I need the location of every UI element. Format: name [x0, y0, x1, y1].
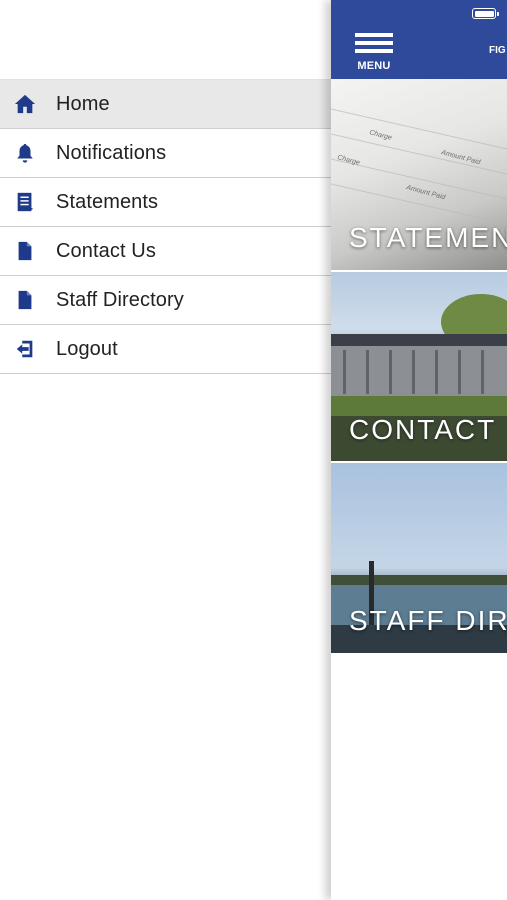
- document-icon: [13, 239, 37, 263]
- app-title: FIG: [489, 45, 506, 56]
- svg-text:Charge: Charge: [368, 129, 392, 142]
- statement-icon: [13, 190, 37, 214]
- drawer-item-label: Contact Us: [56, 239, 156, 262]
- tile-staff-directory-label: STAFF DIR: [349, 605, 507, 636]
- drawer-item-notifications[interactable]: Notifications: [0, 129, 331, 178]
- document-icon: [13, 288, 37, 312]
- drawer-item-logout[interactable]: Logout: [0, 325, 331, 374]
- app-header: MENU FIG: [331, 0, 507, 79]
- tile-contact-label: CONTACT: [349, 414, 497, 445]
- drawer-item-contact-us[interactable]: Contact Us: [0, 227, 331, 276]
- drawer-item-label: Logout: [56, 337, 118, 360]
- svg-text:Amount Paid: Amount Paid: [405, 184, 448, 202]
- tile-staff-directory[interactable]: STAFF DIR: [331, 463, 507, 653]
- battery-icon: [472, 8, 499, 19]
- drawer-menu: Home Notifications Statements Contact Us…: [0, 79, 331, 374]
- drawer-item-label: Home: [56, 92, 110, 115]
- tile-statements-label: STATEMEN: [349, 222, 507, 253]
- home-icon: [13, 92, 37, 116]
- drawer-item-label: Statements: [56, 190, 159, 213]
- tile-contact[interactable]: CONTACT: [331, 272, 507, 461]
- drawer-item-label: Notifications: [56, 141, 167, 164]
- drawer-item-home[interactable]: Home: [0, 79, 331, 129]
- drawer-item-staff-directory[interactable]: Staff Directory: [0, 276, 331, 325]
- logout-icon: [13, 337, 37, 361]
- menu-button[interactable]: MENU: [353, 33, 395, 75]
- main-content-panel[interactable]: MENU FIG Charge Amount Paid Charge Amoun…: [331, 0, 507, 900]
- menu-button-label: MENU: [357, 60, 391, 72]
- drawer-item-statements[interactable]: Statements: [0, 178, 331, 227]
- drawer-item-label: Staff Directory: [56, 288, 184, 311]
- tile-statements[interactable]: Charge Amount Paid Charge Amount Paid ST…: [331, 79, 507, 270]
- navigation-drawer: Home Notifications Statements Contact Us…: [0, 0, 331, 900]
- bell-icon: [13, 141, 37, 165]
- svg-text:Charge: Charge: [336, 154, 360, 167]
